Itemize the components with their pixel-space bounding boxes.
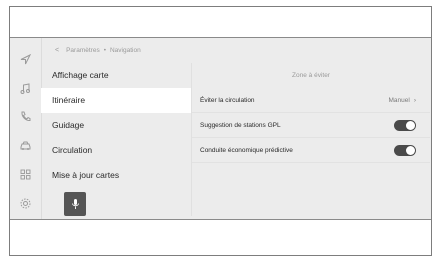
panel-title[interactable]: Zone à éviter	[192, 63, 430, 88]
phone-icon[interactable]	[19, 110, 32, 123]
menu-item-affichage-carte[interactable]: Affichage carte	[41, 63, 191, 88]
menu-item-circulation[interactable]: Circulation	[41, 138, 191, 163]
settings-menu: Affichage carte Itinéraire Guidage Circu…	[41, 63, 191, 188]
chevron-right-icon: ›	[413, 97, 416, 104]
side-rail	[10, 38, 42, 219]
menu-item-itineraire[interactable]: Itinéraire	[41, 88, 191, 113]
menu-item-label: Itinéraire	[52, 95, 86, 105]
route-settings-panel: Zone à éviter Éviter la circulation Manu…	[192, 63, 430, 163]
back-button[interactable]: <	[55, 47, 59, 54]
menu-item-guidage[interactable]: Guidage	[41, 113, 191, 138]
eco-driving-toggle[interactable]	[394, 145, 416, 156]
microphone-icon	[71, 199, 79, 209]
breadcrumb-current: Navigation	[109, 47, 141, 54]
setting-label: Conduite économique prédictive	[200, 147, 293, 154]
menu-item-label: Affichage carte	[52, 70, 109, 80]
setting-row-avoid-traffic[interactable]: Éviter la circulation Manuel ›	[192, 88, 430, 113]
setting-label: Éviter la circulation	[200, 97, 255, 104]
menu-item-label: Guidage	[52, 120, 85, 130]
music-note-icon[interactable]	[19, 82, 32, 95]
setting-label: Suggestion de stations GPL	[200, 122, 281, 129]
car-icon[interactable]	[19, 139, 32, 152]
navigation-settings-screen: < Paramètres • Navigation Affichage cart…	[10, 37, 431, 220]
navigation-arrow-icon[interactable]	[19, 53, 32, 66]
menu-item-mise-a-jour-cartes[interactable]: Mise à jour cartes	[41, 163, 191, 188]
breadcrumb: < Paramètres • Navigation	[55, 47, 141, 54]
setting-row-lpg-stations[interactable]: Suggestion de stations GPL	[192, 113, 430, 138]
breadcrumb-parent[interactable]: Paramètres	[66, 47, 100, 54]
setting-value: Manuel ›	[388, 97, 417, 104]
setting-row-eco-driving[interactable]: Conduite économique prédictive	[192, 138, 430, 163]
lpg-stations-toggle[interactable]	[394, 120, 416, 131]
breadcrumb-separator: •	[103, 47, 106, 54]
apps-grid-icon[interactable]	[19, 168, 32, 181]
menu-item-label: Mise à jour cartes	[52, 170, 120, 180]
menu-item-label: Circulation	[52, 145, 93, 155]
voice-button[interactable]	[64, 192, 86, 216]
settings-gear-icon[interactable]	[19, 197, 32, 210]
